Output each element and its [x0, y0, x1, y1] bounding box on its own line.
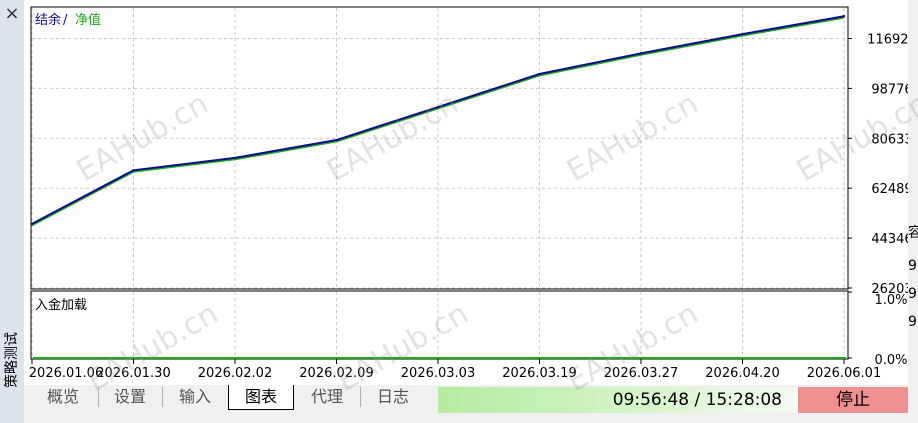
legend-equity: 净值 [75, 12, 101, 28]
close-icon[interactable]: × [2, 4, 22, 24]
y-tick-label: 44346 [871, 232, 908, 247]
balance-point [335, 138, 338, 142]
tab-separator [162, 387, 163, 407]
x-tick-label: 2026.04.20 [705, 366, 779, 381]
balance-point [639, 52, 643, 55]
tab-chart[interactable]: 图表 [228, 385, 294, 410]
time-separator: / [689, 390, 706, 410]
bottom-tab-bar: 概览 设置 输入 图表 代理 日志 09:56:48 / 15:28:08 停止 [24, 385, 908, 423]
x-tick-label: 2026.06.01 [807, 366, 881, 381]
total-time: 15:28:08 [705, 390, 782, 410]
tab-journal[interactable]: 日志 [362, 385, 424, 409]
elapsed-timer: 09:56:48 / 15:28:08 [438, 387, 782, 413]
right-fragment-3: 9 [908, 286, 917, 302]
right-fragment-2: 9 [908, 258, 917, 274]
right-edge-fragment: 容 9 9 9 [908, 0, 918, 423]
balance-point [741, 32, 744, 36]
balance-point [30, 222, 34, 226]
balance-point [132, 169, 135, 172]
y-tick-label-sub: 1.0% [874, 293, 907, 308]
x-tick-label: 2026.02.02 [198, 366, 272, 381]
deposit-label: 入金加载 [35, 297, 87, 313]
y-tick-label: 62489 [871, 182, 908, 197]
legend-balance: 结余 [35, 12, 61, 28]
balance-point [233, 156, 237, 160]
side-panel-title: 策略测试 [4, 332, 20, 388]
right-fragment-4: 9 [908, 314, 917, 330]
elapsed-time: 09:56:48 [612, 390, 690, 410]
tab-overview[interactable]: 概览 [32, 385, 94, 409]
legend-separator: / [63, 13, 68, 28]
side-panel: × 策略测试 [0, 0, 25, 423]
right-fragment-1: 容 [908, 225, 918, 241]
balance-point [538, 72, 541, 76]
stop-button[interactable]: 停止 [798, 387, 908, 413]
tab-inputs[interactable]: 输入 [164, 385, 226, 409]
x-tick-label: 2026.03.03 [401, 366, 475, 381]
y-tick-label: 116920 [867, 32, 908, 47]
balance-point [842, 15, 846, 18]
